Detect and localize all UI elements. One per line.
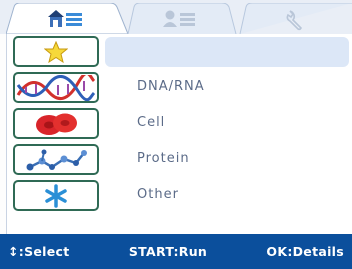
menu-item-label: Other xyxy=(137,187,179,202)
cell-thumb xyxy=(13,108,99,139)
run-hint: START:Run xyxy=(128,244,208,259)
select-hint: ↕:Select xyxy=(8,244,70,259)
dna-helix-icon xyxy=(16,74,96,101)
menu-item-other[interactable]: Other xyxy=(7,178,352,214)
selection-highlight xyxy=(105,37,349,67)
asterisk-icon xyxy=(45,183,67,208)
menu-item-cell[interactable]: Cell xyxy=(7,106,352,142)
tab-home[interactable] xyxy=(6,3,128,34)
menu-item-protein[interactable]: Protein xyxy=(7,142,352,178)
status-bar: ↕:Select START:Run OK:Details xyxy=(0,234,352,269)
other-thumb xyxy=(13,180,99,211)
tab-settings[interactable] xyxy=(234,3,352,34)
menu-item-dna-rna[interactable]: DNA/RNA xyxy=(7,70,352,106)
protein-molecule-icon xyxy=(26,149,87,170)
protein-thumb xyxy=(13,144,99,175)
tab-user[interactable] xyxy=(122,3,240,34)
app-screen: DNA/RNA Cell Protein Other ↕:Select STAR… xyxy=(0,0,352,269)
favorite-thumb xyxy=(13,36,99,67)
star-icon xyxy=(44,40,68,63)
dna-rna-thumb xyxy=(13,72,99,103)
menu-item-favorite[interactable] xyxy=(7,34,352,70)
red-cells-icon xyxy=(36,113,77,135)
menu-item-label: Cell xyxy=(137,115,166,130)
category-menu: DNA/RNA Cell Protein Other xyxy=(6,34,352,234)
menu-item-label: Protein xyxy=(137,151,190,166)
tab-bar xyxy=(0,0,352,34)
menu-item-label: DNA/RNA xyxy=(137,79,205,94)
details-hint: OK:Details xyxy=(266,244,344,259)
